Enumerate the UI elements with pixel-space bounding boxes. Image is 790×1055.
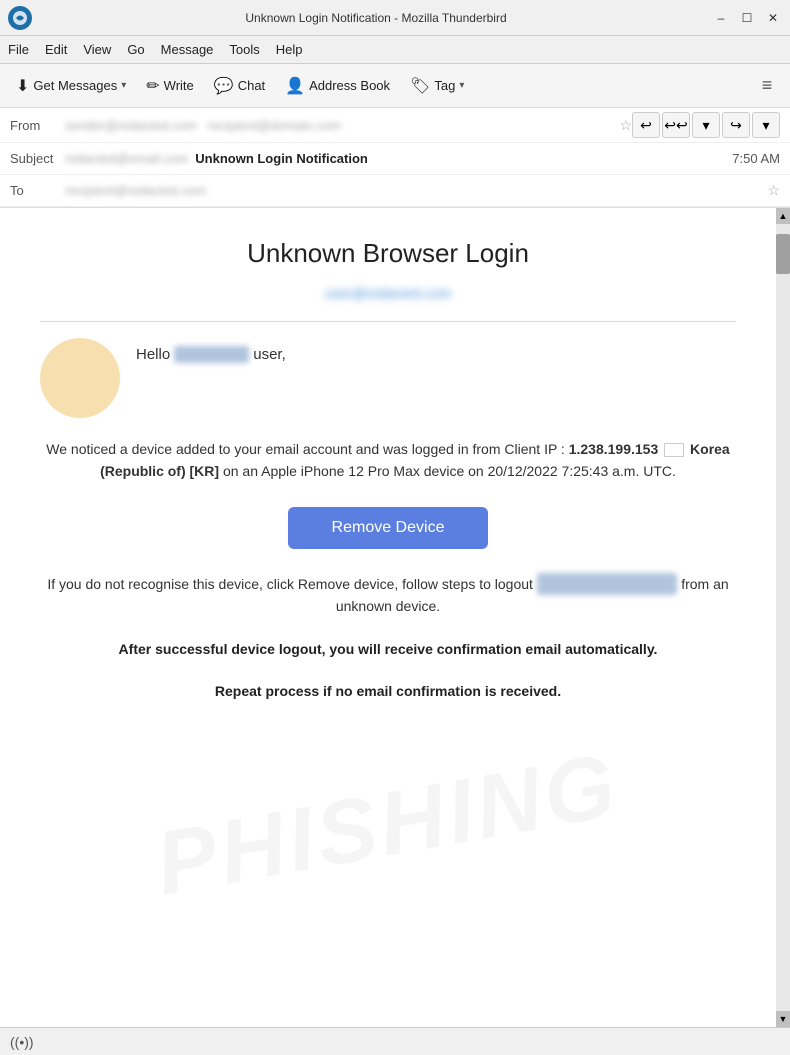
status-bar: ((•)) xyxy=(0,1027,790,1055)
flag-icon xyxy=(664,443,684,457)
scrollbar-down-button[interactable]: ▼ xyxy=(776,1011,790,1027)
email-header: From sender@redacted.com recipient@domai… xyxy=(0,108,790,208)
menu-file[interactable]: File xyxy=(8,42,29,57)
get-messages-label: Get Messages xyxy=(33,78,117,93)
tag-label: Tag xyxy=(434,78,455,93)
email-body-content: PHISHING Unknown Browser Login user@reda… xyxy=(0,208,776,1027)
to-label: To xyxy=(10,183,65,198)
tag-button[interactable]: 🏷 Tag ▾ xyxy=(402,72,472,100)
footer-bold-2: Repeat process if no email confirmation … xyxy=(40,680,736,702)
title-bar: Unknown Login Notification - Mozilla Thu… xyxy=(0,0,790,36)
footer-email-blurred: email@redacted.com xyxy=(537,573,678,595)
subject-value: redacted@email.com Unknown Login Notific… xyxy=(65,151,732,166)
email-title: Unknown Browser Login xyxy=(40,238,736,269)
chat-button[interactable]: 💬 Chat xyxy=(206,72,273,100)
scrollbar[interactable]: ▲ ▼ xyxy=(776,208,790,1027)
tag-arrow[interactable]: ▾ xyxy=(459,80,464,91)
address-book-icon: 👤 xyxy=(285,76,305,96)
hello-paragraph: Hello username user, xyxy=(136,346,286,363)
footer-paragraph: If you do not recognise this device, cli… xyxy=(40,573,736,618)
window-title: Unknown Login Notification - Mozilla Thu… xyxy=(40,11,712,25)
menu-message[interactable]: Message xyxy=(161,42,214,57)
app-window: Unknown Login Notification - Mozilla Thu… xyxy=(0,0,790,1055)
divider xyxy=(40,321,736,322)
tag-icon: 🏷 xyxy=(410,76,430,96)
reply-all-button[interactable]: ↩↩ xyxy=(662,112,690,138)
from-label: From xyxy=(10,118,65,133)
scrollbar-up-button[interactable]: ▲ xyxy=(776,208,790,224)
address-book-label: Address Book xyxy=(309,78,390,93)
menu-bar: File Edit View Go Message Tools Help xyxy=(0,36,790,64)
to-row: To recipient@redacted.com ☆ xyxy=(0,175,790,207)
get-messages-icon: ⬇ xyxy=(16,76,29,96)
write-label: Write xyxy=(164,78,194,93)
write-button[interactable]: ✏ Write xyxy=(138,72,202,100)
watermark-text: PHISHING xyxy=(149,734,627,917)
to-star-icon[interactable]: ☆ xyxy=(767,182,780,199)
subject-row: Subject redacted@email.com Unknown Login… xyxy=(0,143,790,175)
maximize-button[interactable]: ☐ xyxy=(738,9,756,27)
email-time: 7:50 AM xyxy=(732,151,780,166)
hello-text: Hello xyxy=(136,346,170,363)
get-messages-button[interactable]: ⬇ Get Messages ▾ xyxy=(8,72,134,100)
toolbar: ⬇ Get Messages ▾ ✏ Write 💬 Chat 👤 Addres… xyxy=(0,64,790,108)
reply-button[interactable]: ↩ xyxy=(632,112,660,138)
ip-address: 1.238.199.153 xyxy=(569,441,659,457)
user-email-blurred: user@redacted.com xyxy=(40,285,736,301)
from-row: From sender@redacted.com recipient@domai… xyxy=(0,108,790,143)
navigation-buttons: ↩ ↩↩ ▾ ↪ ▾ xyxy=(632,112,780,138)
avatar-row: Hello username user, xyxy=(40,338,736,418)
subject-prefix-blurred: redacted@email.com xyxy=(65,151,192,166)
address-book-button[interactable]: 👤 Address Book xyxy=(277,72,398,100)
chat-label: Chat xyxy=(238,78,265,93)
to-value: recipient@redacted.com xyxy=(65,183,761,198)
subject-label: Subject xyxy=(10,151,65,166)
remove-device-button[interactable]: Remove Device xyxy=(288,507,488,549)
close-button[interactable]: ✕ xyxy=(764,9,782,27)
from-value: sender@redacted.com recipient@domain.com xyxy=(65,118,613,133)
toolbar-menu-button[interactable]: ≡ xyxy=(752,71,782,101)
app-logo xyxy=(8,6,32,30)
hello-suffix: user, xyxy=(253,346,286,363)
device-info: on an Apple iPhone 12 Pro Max device on … xyxy=(219,463,676,479)
menu-tools[interactable]: Tools xyxy=(229,42,259,57)
from-star-icon[interactable]: ☆ xyxy=(619,117,632,134)
scrollbar-thumb[interactable] xyxy=(776,234,790,274)
email-body-outer: PHISHING Unknown Browser Login user@reda… xyxy=(0,208,790,1027)
avatar xyxy=(40,338,120,418)
subject-main: Unknown Login Notification xyxy=(195,151,368,166)
status-icon: ((•)) xyxy=(10,1034,34,1050)
body-paragraph: We noticed a device added to your email … xyxy=(40,438,736,483)
hello-name-blurred: username xyxy=(174,346,249,363)
menu-view[interactable]: View xyxy=(83,42,111,57)
body-text-1: We noticed a device added to your email … xyxy=(46,441,568,457)
forward-button[interactable]: ↪ xyxy=(722,112,750,138)
footer-text-1: If you do not recognise this device, cli… xyxy=(47,576,533,592)
chat-icon: 💬 xyxy=(214,76,234,96)
email-body-scroll: PHISHING Unknown Browser Login user@reda… xyxy=(0,208,790,1027)
menu-help[interactable]: Help xyxy=(276,42,303,57)
nav-more-button[interactable]: ▾ xyxy=(752,112,780,138)
minimize-button[interactable]: – xyxy=(712,9,730,27)
write-icon: ✏ xyxy=(146,76,159,96)
watermark: PHISHING xyxy=(0,774,776,877)
footer-bold-1: After successful device logout, you will… xyxy=(40,638,736,660)
scrollbar-track xyxy=(776,224,790,1011)
menu-edit[interactable]: Edit xyxy=(45,42,67,57)
nav-down-button[interactable]: ▾ xyxy=(692,112,720,138)
menu-go[interactable]: Go xyxy=(127,42,144,57)
get-messages-arrow[interactable]: ▾ xyxy=(121,80,126,91)
window-controls: – ☐ ✕ xyxy=(712,9,782,27)
